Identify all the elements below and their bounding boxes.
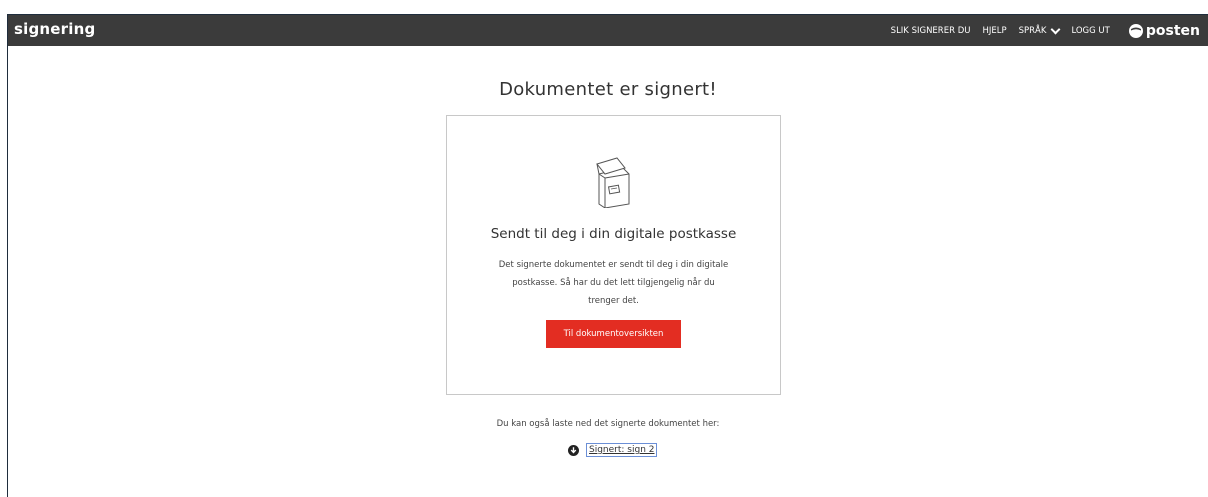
posten-logo: posten <box>1128 23 1200 39</box>
card-description: Det signerte dokumentet er sendt til deg… <box>487 256 740 310</box>
chevron-down-icon <box>1050 24 1061 34</box>
page-title: Dokumentet er signert! <box>499 79 717 100</box>
top-navigation-bar: signering SLIK SIGNERER DU HJELP SPRÅK L… <box>8 15 1208 46</box>
top-nav: SLIK SIGNERER DU HJELP SPRÅK LOGG UT pos… <box>891 15 1200 46</box>
signed-document-download-link[interactable]: Signert: sign 2 <box>586 443 658 457</box>
download-info-text: Du kan også laste ned det signerte dokum… <box>496 419 720 429</box>
posten-logo-text: posten <box>1145 22 1200 39</box>
nav-help[interactable]: HJELP <box>982 26 1006 36</box>
card-description-line: postkasse. Så har du det lett tilgjengel… <box>512 278 715 288</box>
download-link-row: Signert: sign 2 <box>568 443 658 457</box>
confirmation-card: Sendt til deg i din digitale postkasse D… <box>446 115 781 395</box>
nav-language-dropdown[interactable]: SPRÅK <box>1018 24 1061 36</box>
card-description-line: trenger det. <box>588 296 639 306</box>
download-circle-icon <box>568 444 579 456</box>
app-brand[interactable]: signering <box>14 20 95 38</box>
posten-logo-icon <box>1128 23 1143 38</box>
nav-language-label: SPRÅK <box>1018 25 1047 36</box>
browser-frame: signering SLIK SIGNERER DU HJELP SPRÅK L… <box>7 14 1208 497</box>
document-overview-button[interactable]: Til dokumentoversikten <box>546 320 681 348</box>
nav-logout[interactable]: LOGG UT <box>1071 26 1109 36</box>
nav-how-to-sign[interactable]: SLIK SIGNERER DU <box>891 26 971 36</box>
card-description-line: Det signerte dokumentet er sendt til deg… <box>498 260 729 270</box>
card-title: Sendt til deg i din digitale postkasse <box>490 226 737 242</box>
mailbox-icon <box>593 156 633 212</box>
